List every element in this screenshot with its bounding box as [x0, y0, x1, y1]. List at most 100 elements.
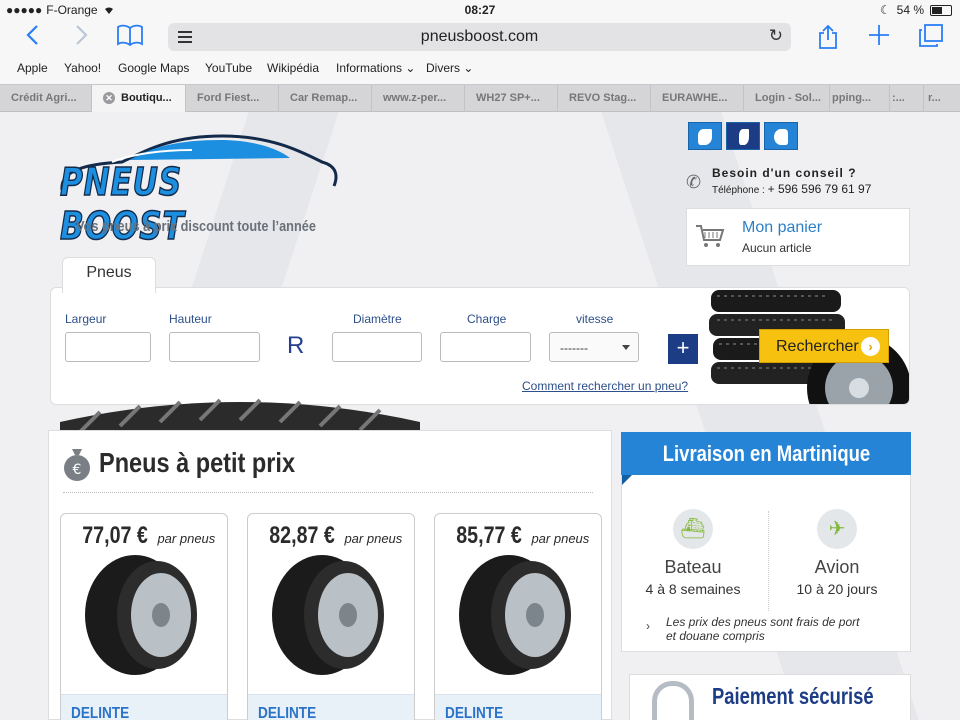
tab-revo-stage[interactable]: REVO Stag... [558, 85, 651, 112]
tab-ford-fiesta[interactable]: Ford Fiest... [186, 85, 279, 112]
chevron-right-icon: › [646, 619, 650, 633]
delivery-panel: Livraison en Martinique ⛴ Bateau 4 à 8 s… [621, 432, 911, 652]
charge-label: Charge [467, 312, 507, 326]
largeur-label: Largeur [65, 312, 107, 326]
address-bar[interactable]: pneusboost.com ↻ [168, 23, 791, 51]
price-value: 77,07 € [81, 522, 148, 549]
clock: 08:27 [464, 3, 496, 17]
bookmark-yahoo[interactable]: Yahoo! [64, 61, 101, 75]
search-submit-label: Rechercher [776, 338, 859, 355]
price-unit: par pneus [531, 531, 590, 546]
bookmark-wikipedia[interactable]: Wikipédia [267, 61, 319, 75]
tab-z-per[interactable]: www.z-per... [372, 85, 465, 112]
tab-label: Car Remap... [290, 92, 358, 104]
tab-collapsed-2[interactable]: r... [924, 85, 960, 112]
delivery-mode-delay: 10 à 20 jours [796, 581, 878, 597]
product-footer: DELINTE [248, 694, 414, 720]
region-guyane-button[interactable] [764, 122, 798, 150]
bookmarks-button[interactable] [115, 24, 145, 52]
product-brand[interactable]: DELINTE [258, 705, 316, 720]
contact-phone-line[interactable]: Téléphone : + 596 596 79 61 97 [712, 182, 871, 196]
tab-strip: Crédit Agri... ✕ Boutiqu... Ford Fiest...… [0, 84, 960, 112]
svg-text:€: € [73, 462, 82, 478]
cart-widget[interactable]: Mon panier Aucun article [686, 208, 910, 266]
product-brand[interactable]: DELINTE [71, 705, 129, 720]
help-link[interactable]: Comment rechercher un pneu? [522, 379, 688, 393]
vitesse-value: ------- [560, 341, 588, 355]
tab-label: r... [928, 92, 941, 104]
product-card[interactable]: 85,77 € par pneus DELINTE [434, 513, 602, 720]
chevron-left-icon [26, 25, 38, 45]
bookmarks-bar: Apple Yahoo! Google Maps YouTube Wikipéd… [0, 56, 960, 84]
product-footer: DELINTE [435, 694, 601, 720]
bookmark-youtube[interactable]: YouTube [205, 61, 252, 75]
hauteur-input[interactable] [169, 332, 260, 362]
new-tab-button[interactable] [864, 24, 894, 52]
product-card[interactable]: 77,07 € par pneus DELINTE [60, 513, 228, 720]
tab-label: www.z-per... [383, 92, 447, 104]
cart-status: Aucun article [742, 241, 812, 255]
bookmark-apple[interactable]: Apple [17, 61, 48, 75]
tab-pneus[interactable]: Pneus [62, 257, 156, 293]
tabs-overview-button[interactable] [916, 24, 946, 52]
tire-image [85, 555, 197, 675]
browser-toolbar: pneusboost.com ↻ [0, 20, 960, 56]
delivery-title: Livraison en Martinique [621, 432, 911, 475]
vitesse-select[interactable]: ------- [549, 332, 639, 362]
charge-input[interactable] [440, 332, 531, 362]
back-button[interactable] [18, 24, 48, 52]
tabs-icon [919, 24, 943, 47]
site-logo[interactable]: PNEUS BOOST Vos pneus à prix discount to… [52, 132, 342, 249]
reload-icon[interactable]: ↻ [769, 26, 783, 46]
add-criteria-button[interactable]: + [668, 334, 698, 364]
tab-collapsed-1[interactable]: :... [890, 85, 924, 112]
product-card[interactable]: 82,87 € par pneus DELINTE [247, 513, 415, 720]
tab-label: REVO Stag... [569, 92, 637, 104]
tab-login[interactable]: Login - Sol... [744, 85, 830, 112]
status-right: ☾ 54 % [880, 3, 952, 17]
region-guadeloupe-button[interactable] [688, 122, 722, 150]
tab-credit-agricole[interactable]: Crédit Agri... [0, 85, 92, 112]
product-footer: DELINTE [61, 694, 227, 720]
search-submit-button[interactable]: Rechercher › [759, 329, 889, 363]
url-text[interactable]: pneusboost.com [168, 28, 791, 46]
status-bar: ●●●●● F-Orange 08:27 ☾ 54 % [0, 0, 960, 20]
products-panel: € Pneus à petit prix 77,07 € par pneus D… [48, 430, 612, 720]
island-icon [774, 129, 788, 145]
phone-label: Téléphone : [712, 185, 768, 196]
ribbon-fold [622, 475, 632, 485]
price-value: 82,87 € [268, 522, 335, 549]
tab-eurawheel[interactable]: EURAWHE... [651, 85, 744, 112]
contact-title: Besoin d'un conseil ? [712, 166, 857, 180]
tab-label: Crédit Agri... [11, 92, 77, 104]
largeur-input[interactable] [65, 332, 151, 362]
price-value: 85,77 € [455, 522, 522, 549]
tab-label: pping... [832, 92, 872, 104]
phone-icon: ✆ [686, 172, 702, 192]
region-martinique-button[interactable] [726, 122, 760, 150]
tab-shopping[interactable]: pping... [830, 85, 890, 112]
tire-image [459, 555, 571, 675]
bookmark-informations[interactable]: Informations ⌄ [336, 61, 415, 75]
tab-boutique[interactable]: ✕ Boutiqu... [92, 85, 186, 112]
island-icon [739, 129, 749, 145]
product-brand[interactable]: DELINTE [445, 705, 503, 720]
forward-button[interactable] [66, 24, 96, 52]
products-title: Pneus à petit prix [99, 447, 296, 478]
close-icon[interactable]: ✕ [103, 92, 115, 105]
share-button[interactable] [813, 24, 843, 52]
r-separator: R [287, 332, 305, 359]
phone-number[interactable]: + 596 596 79 61 97 [768, 182, 872, 196]
delivery-mode-boat: ⛴ Bateau 4 à 8 semaines [628, 509, 758, 597]
delivery-mode-delay: 4 à 8 semaines [645, 581, 741, 597]
cart-title[interactable]: Mon panier [742, 219, 822, 237]
boat-icon: ⛴ [673, 509, 713, 549]
bookmark-divers[interactable]: Divers ⌄ [426, 61, 473, 75]
bookmark-google-maps[interactable]: Google Maps [118, 61, 189, 75]
delivery-mode-plane: ✈ Avion 10 à 20 jours [772, 509, 902, 597]
delivery-note: Les prix des pneus sont frais de port et… [666, 615, 859, 643]
battery-icon [930, 4, 952, 16]
tab-car-remap[interactable]: Car Remap... [279, 85, 372, 112]
diametre-input[interactable] [332, 332, 422, 362]
tab-wh27[interactable]: WH27 SP+... [465, 85, 558, 112]
